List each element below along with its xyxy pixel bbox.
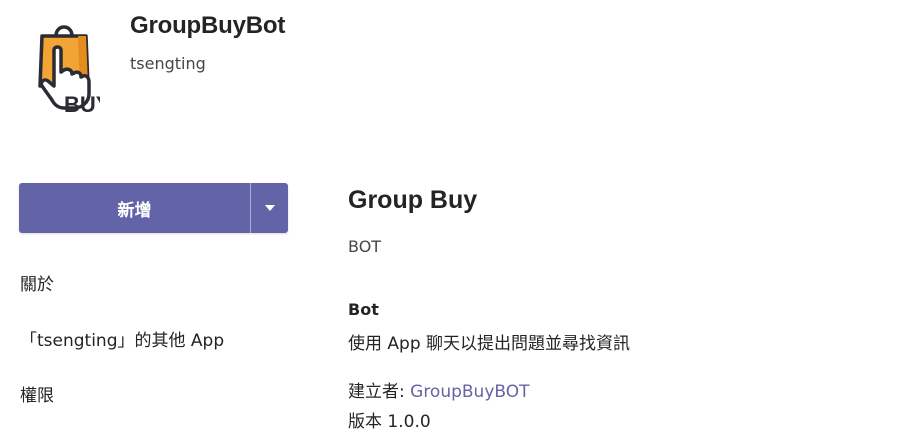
capability-title: Bot — [348, 300, 379, 319]
app-name: GroupBuyBot — [130, 12, 286, 39]
chevron-down-icon — [264, 205, 275, 211]
version-text: 版本 1.0.0 — [348, 412, 431, 432]
capability-description: 使用 App 聊天以提出問題並尋找資訊 — [348, 334, 631, 354]
details-subtitle: BOT — [348, 237, 382, 256]
add-options-dropdown-button[interactable] — [251, 183, 288, 233]
builder-link[interactable]: GroupBuyBOT — [410, 382, 529, 402]
add-split-button: 新增 — [19, 183, 288, 233]
app-publisher: tsengting — [130, 54, 206, 73]
details-title: Group Buy — [348, 186, 478, 214]
builder-info: 建立者: GroupBuyBOT — [348, 377, 530, 402]
shopping-bag-hand-icon: BUY — [38, 25, 111, 117]
app-details-page: BUY GroupBuyBot tsengting 新增 關於 「tsengti… — [0, 0, 903, 447]
nav-item-other-apps[interactable]: 「tsengting」的其他 App — [20, 326, 224, 351]
add-button[interactable]: 新增 — [19, 183, 250, 233]
nav-item-permissions[interactable]: 權限 — [20, 381, 54, 406]
nav-item-about[interactable]: 關於 — [20, 270, 54, 295]
builder-label: 建立者: — [348, 382, 411, 402]
logo-buy-text: BUY — [64, 92, 100, 115]
app-logo: BUY — [34, 20, 111, 117]
